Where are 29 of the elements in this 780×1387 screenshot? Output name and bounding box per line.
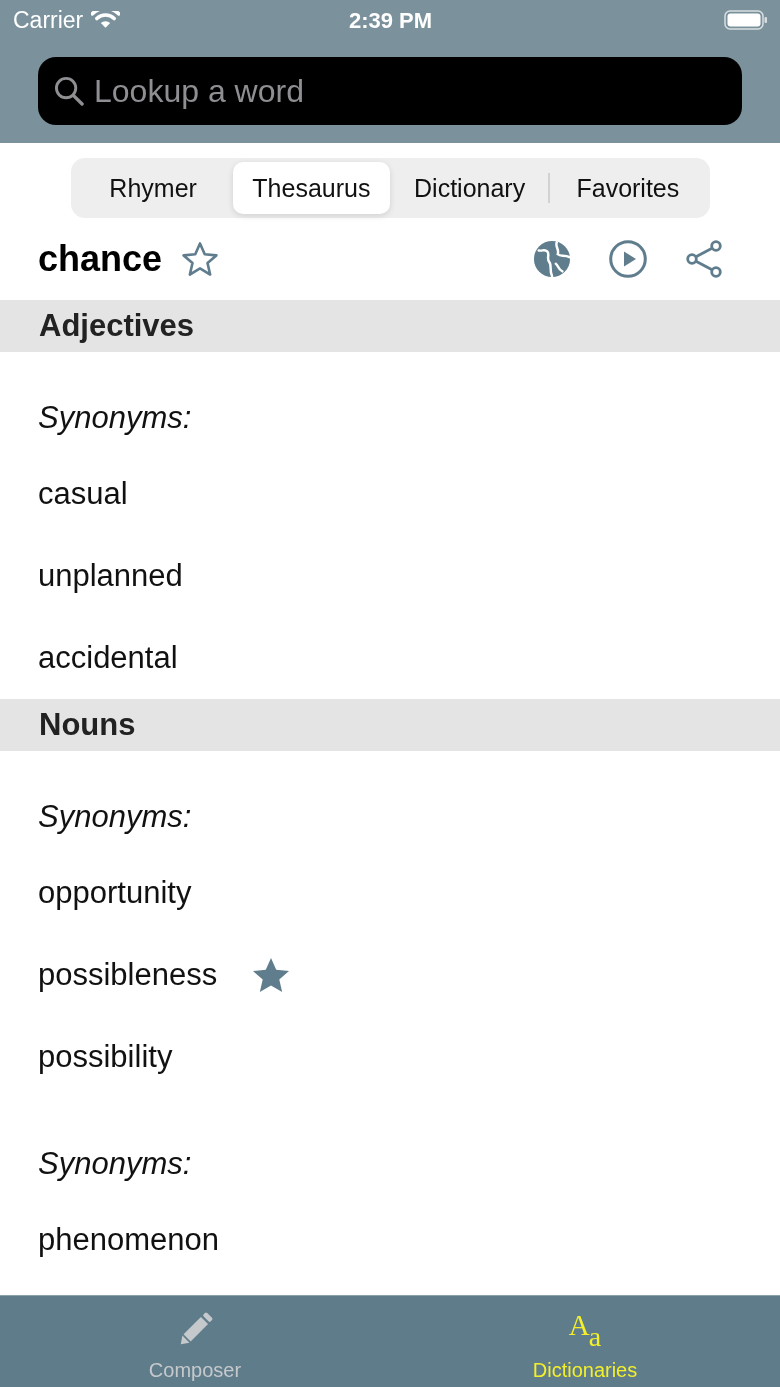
synonyms-label: Synonyms: xyxy=(38,400,192,436)
search-icon xyxy=(54,76,84,106)
clock-time: 2:39 PM xyxy=(348,7,433,33)
tab[interactable]: Favorites xyxy=(549,162,706,214)
tab[interactable]: Thesaurus xyxy=(233,162,390,214)
synonyms-label: Synonyms: xyxy=(38,799,192,835)
tab[interactable]: Rhymer xyxy=(75,162,232,214)
star-icon[interactable] xyxy=(182,241,219,277)
synonym-word[interactable]: opportunity xyxy=(38,875,192,911)
wifi-icon xyxy=(91,11,121,29)
synonym-word[interactable]: casual xyxy=(38,476,128,512)
section-header: Nouns xyxy=(0,699,780,751)
search-field[interactable]: Lookup a word xyxy=(38,57,742,125)
synonym-word[interactable]: possibility xyxy=(38,1039,173,1075)
tab[interactable]: Dictionary xyxy=(391,162,548,214)
globe-icon[interactable] xyxy=(533,240,571,278)
tab-bar-item[interactable]: Aa Dictionaries xyxy=(532,1296,638,1387)
synonym-word[interactable]: accidental xyxy=(38,640,178,676)
synonym-word[interactable]: possibleness xyxy=(38,957,218,993)
headword: chance xyxy=(38,238,163,280)
section-header: Adjectives xyxy=(0,300,780,352)
battery-icon xyxy=(724,10,768,30)
synonyms-label: Synonyms: xyxy=(38,1146,192,1182)
synonym-word[interactable]: unplanned xyxy=(38,558,183,594)
share-icon[interactable] xyxy=(685,240,723,278)
carrier-label: Carrier xyxy=(13,6,84,34)
play-icon[interactable] xyxy=(609,240,647,278)
letters-icon: Aa xyxy=(568,1311,602,1349)
synonym-word[interactable]: phenomenon xyxy=(38,1222,219,1258)
